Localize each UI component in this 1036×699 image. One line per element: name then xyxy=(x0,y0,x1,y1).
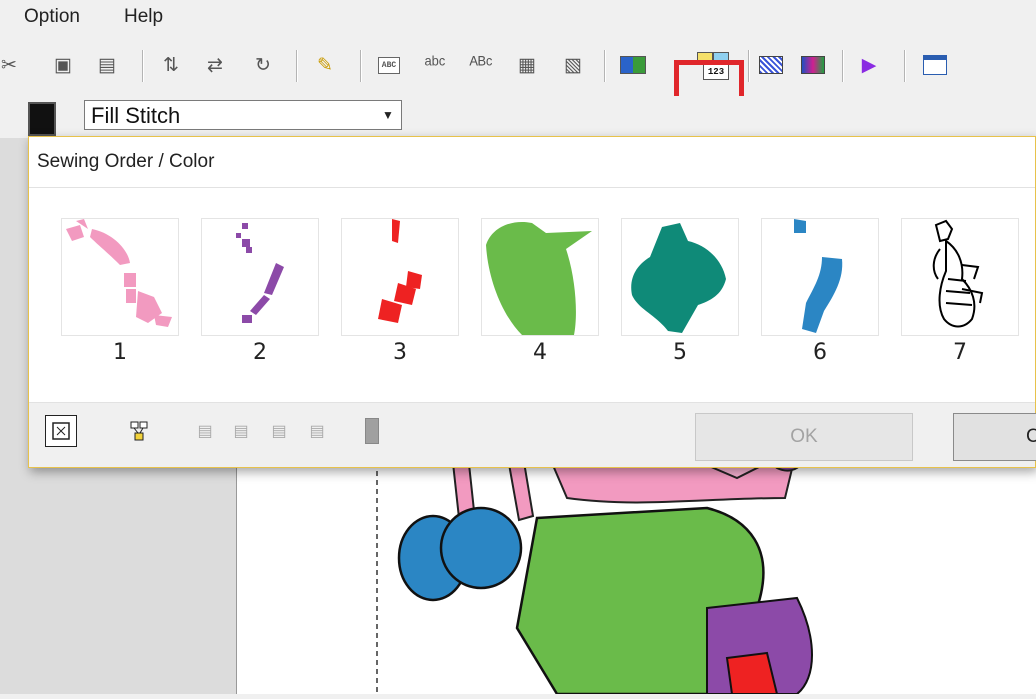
design-property-icon[interactable] xyxy=(920,50,950,80)
color-block-number-5: 5 xyxy=(673,340,687,365)
color-block-preview-3 xyxy=(378,219,422,323)
toolbar-separator xyxy=(748,50,750,82)
color-block-1[interactable] xyxy=(61,218,179,336)
toolbar-separator xyxy=(296,50,298,82)
menu-bar: Option Help xyxy=(0,0,1036,36)
menu-option[interactable]: Option xyxy=(24,6,80,28)
group-mode-button[interactable] xyxy=(123,415,155,447)
thread-chart-icon[interactable] xyxy=(618,50,648,80)
copy-icon[interactable]: ▣ xyxy=(48,50,78,80)
color-block-5[interactable] xyxy=(621,218,739,336)
move-previous-button[interactable]: ▤ xyxy=(225,415,257,447)
spool-icon xyxy=(365,418,379,444)
cancel-button[interactable]: C xyxy=(953,413,1036,461)
fit-view-icon xyxy=(52,422,70,440)
text-vertical-icon[interactable]: ᴬᴮᶜ xyxy=(466,50,496,80)
color-block-number-6: 6 xyxy=(813,340,827,365)
rotate-icon[interactable]: ↻ xyxy=(248,50,278,80)
menu-help[interactable]: Help xyxy=(124,6,163,28)
color-block-4[interactable] xyxy=(481,218,599,336)
color-block-preview-5 xyxy=(631,223,726,333)
stitch-type-value: Fill Stitch xyxy=(91,103,181,128)
flip-icon[interactable]: ⇄ xyxy=(200,50,230,80)
cut-icon[interactable]: ✂ xyxy=(0,50,24,80)
text-arc-icon[interactable]: ᵃᵇᶜ xyxy=(420,50,450,80)
thread-color-button[interactable] xyxy=(357,415,387,447)
color-block-preview-2 xyxy=(236,223,284,323)
display-mode-icon[interactable] xyxy=(756,50,786,80)
color-block-2[interactable] xyxy=(201,218,319,336)
dialog-title-bar: Sewing Order / Color xyxy=(29,137,1035,187)
toolbar-separator xyxy=(360,50,362,82)
color-block-preview-1 xyxy=(66,219,172,327)
color-order-list: 1 2 3 4 5 6 7 xyxy=(29,187,1035,403)
toolbar-separator xyxy=(142,50,144,82)
move-next-button[interactable]: ▤ xyxy=(263,415,295,447)
color-block-number-7: 7 xyxy=(953,340,967,365)
text-on-path-icon[interactable]: ▧ xyxy=(558,50,588,80)
color-block-number-2: 2 xyxy=(253,340,267,365)
property-bar: Fill Stitch ▼ xyxy=(0,96,1036,138)
paste-icon[interactable]: ▤ xyxy=(92,50,122,80)
color-block-preview-4 xyxy=(486,221,592,335)
move-to-last-button[interactable]: ▤ xyxy=(301,415,333,447)
color-block-preview-7 xyxy=(932,219,984,328)
color-block-number-3: 3 xyxy=(393,340,407,365)
move-to-first-button[interactable]: ▤ xyxy=(189,415,221,447)
toolbar-separator xyxy=(904,50,906,82)
color-block-7[interactable] xyxy=(901,218,1019,336)
dialog-title: Sewing Order / Color xyxy=(37,151,215,172)
group-mode-icon xyxy=(130,421,148,441)
text-frame-icon[interactable]: ▦ xyxy=(512,50,542,80)
color-block-number-1: 1 xyxy=(113,340,127,365)
rotate-text-icon[interactable]: ⇅ xyxy=(156,50,186,80)
realistic-view-icon[interactable] xyxy=(798,50,828,80)
ok-button[interactable]: OK xyxy=(695,413,913,461)
main-toolbar: ✂ ▣ ▤ ⇅ ⇄ ↻ ✎ ABC ᵃᵇᶜ ᴬᴮᶜ ▦ ▧ 123 ▶ xyxy=(0,36,1036,134)
magic-wand-icon[interactable]: ✎ xyxy=(310,50,340,80)
toolbar-separator xyxy=(842,50,844,82)
color-block-preview-6 xyxy=(794,219,843,333)
text-abc-icon[interactable]: ABC xyxy=(374,50,404,80)
color-block-number-4: 4 xyxy=(533,340,547,365)
thread-color-icon[interactable] xyxy=(28,102,56,136)
color-block-6[interactable] xyxy=(761,218,879,336)
stitch-simulator-icon[interactable]: ▶ xyxy=(854,50,884,80)
chevron-down-icon[interactable]: ▼ xyxy=(375,101,401,129)
stitch-type-select[interactable]: Fill Stitch ▼ xyxy=(84,100,402,130)
sewing-order-dialog: Sewing Order / Color 1 2 3 4 5 6 7 ▤ ▤ ▤… xyxy=(28,136,1036,468)
toolbar-separator xyxy=(604,50,606,82)
fit-view-button[interactable] xyxy=(45,415,77,447)
color-block-3[interactable] xyxy=(341,218,459,336)
